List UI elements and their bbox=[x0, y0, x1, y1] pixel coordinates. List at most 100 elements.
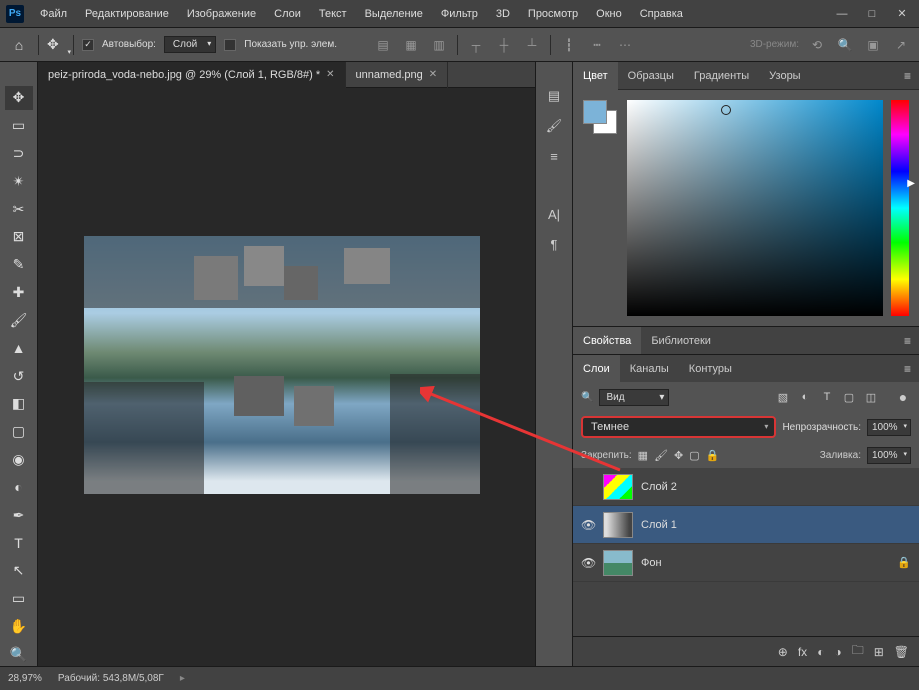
menu-edit[interactable]: Редактирование bbox=[79, 4, 175, 24]
eraser-tool[interactable]: ◧ bbox=[5, 392, 33, 416]
tab-swatches[interactable]: Образцы bbox=[618, 62, 684, 90]
layer-name[interactable]: Фон bbox=[641, 557, 662, 569]
panel-color-icon[interactable]: ▤ bbox=[542, 86, 566, 106]
filter-shape-icon[interactable]: ▢ bbox=[841, 391, 857, 404]
delete-layer-icon[interactable]: 🗑 bbox=[894, 645, 909, 659]
tab-channels[interactable]: Каналы bbox=[620, 355, 679, 383]
menu-3d[interactable]: 3D bbox=[490, 4, 516, 24]
link-layers-icon[interactable]: ⊕ bbox=[778, 645, 788, 659]
arrange-icon[interactable]: ▣ bbox=[863, 36, 883, 54]
filter-adjust-icon[interactable]: ◐ bbox=[797, 391, 813, 403]
adjustment-icon[interactable]: ◑ bbox=[834, 645, 841, 659]
menu-image[interactable]: Изображение bbox=[181, 4, 262, 24]
wand-tool[interactable]: ✴ bbox=[5, 169, 33, 193]
layer-name[interactable]: Слой 1 bbox=[641, 519, 677, 531]
layer-name[interactable]: Слой 2 bbox=[641, 481, 677, 493]
history-brush-tool[interactable]: ↺ bbox=[5, 364, 33, 388]
minimize-button[interactable]: — bbox=[831, 5, 853, 23]
distribute-v-icon[interactable]: ┅ bbox=[587, 36, 607, 54]
layer-thumbnail[interactable] bbox=[603, 550, 633, 576]
visibility-icon[interactable]: 👁 bbox=[581, 556, 595, 570]
tab-libraries[interactable]: Библиотеки bbox=[641, 327, 721, 355]
panel-char-icon[interactable]: A| bbox=[542, 204, 566, 224]
search-icon[interactable]: 🔍 bbox=[835, 36, 855, 54]
panel-brush-icon[interactable]: 🖌 bbox=[542, 116, 566, 136]
tab-close-icon[interactable]: ✕ bbox=[326, 69, 334, 80]
maximize-button[interactable]: □ bbox=[861, 5, 883, 23]
gradient-tool[interactable]: ▢ bbox=[5, 420, 33, 444]
move-tool[interactable]: ✥ bbox=[5, 86, 33, 110]
panel-menu-icon[interactable]: ≡ bbox=[896, 334, 919, 348]
fill-input[interactable]: 100% bbox=[867, 447, 911, 464]
3d-orbit-icon[interactable]: ⟲ bbox=[807, 36, 827, 54]
align-center-icon[interactable]: ▦ bbox=[401, 36, 421, 54]
crop-tool[interactable]: ✂ bbox=[5, 197, 33, 221]
auto-select-dropdown[interactable]: Слой bbox=[164, 36, 216, 53]
hue-slider[interactable]: ▶ bbox=[891, 100, 909, 316]
show-controls-checkbox[interactable] bbox=[224, 39, 236, 51]
layer-row[interactable]: 👁 Фон 🔒 bbox=[573, 544, 919, 582]
panel-adjust-icon[interactable]: ≡ bbox=[542, 146, 566, 166]
panel-menu-icon[interactable]: ≡ bbox=[896, 69, 919, 83]
menu-text[interactable]: Текст bbox=[313, 4, 353, 24]
heal-tool[interactable]: ✚ bbox=[5, 281, 33, 305]
zoom-level[interactable]: 28,97% bbox=[8, 673, 42, 684]
fg-bg-swatch[interactable] bbox=[583, 100, 619, 136]
shape-tool[interactable]: ▭ bbox=[5, 587, 33, 611]
hue-marker[interactable]: ▶ bbox=[907, 178, 915, 189]
stamp-tool[interactable]: ▲ bbox=[5, 336, 33, 360]
menu-filter[interactable]: Фильтр bbox=[435, 4, 484, 24]
filter-toggle-icon[interactable]: ● bbox=[895, 389, 911, 405]
doc-tab[interactable]: unnamed.png ✕ bbox=[346, 62, 449, 88]
align-right-icon[interactable]: ▥ bbox=[429, 36, 449, 54]
menu-layers[interactable]: Слои bbox=[268, 4, 307, 24]
lock-move-icon[interactable]: ✥ bbox=[674, 449, 683, 462]
eyedropper-tool[interactable]: ✎ bbox=[5, 253, 33, 277]
layer-thumbnail[interactable] bbox=[603, 474, 633, 500]
color-field[interactable] bbox=[627, 100, 883, 316]
brush-tool[interactable]: 🖌 bbox=[5, 309, 33, 333]
menu-select[interactable]: Выделение bbox=[359, 4, 429, 24]
lock-icon[interactable]: 🔒 bbox=[897, 556, 911, 569]
align-bot-icon[interactable]: ┴ bbox=[522, 36, 542, 54]
layer-filter-dropdown[interactable]: Вид bbox=[599, 389, 669, 406]
blend-mode-dropdown[interactable]: Темнее bbox=[581, 416, 776, 438]
menu-view[interactable]: Просмотр bbox=[522, 4, 584, 24]
dodge-tool[interactable]: ◐ bbox=[5, 475, 33, 499]
menu-window[interactable]: Окно bbox=[590, 4, 628, 24]
blur-tool[interactable]: ◉ bbox=[5, 448, 33, 472]
tab-close-icon[interactable]: ✕ bbox=[429, 69, 437, 80]
lock-all-icon[interactable]: 🔒 bbox=[706, 449, 720, 462]
new-layer-icon[interactable]: ⊞ bbox=[874, 645, 884, 659]
layer-row[interactable]: Слой 2 bbox=[573, 468, 919, 506]
layer-row[interactable]: 👁 Слой 1 bbox=[573, 506, 919, 544]
layer-thumbnail[interactable] bbox=[603, 512, 633, 538]
fx-icon[interactable]: fx bbox=[798, 645, 807, 659]
menu-help[interactable]: Справка bbox=[634, 4, 689, 24]
fg-color-swatch[interactable] bbox=[583, 100, 607, 124]
canvas-area[interactable] bbox=[38, 88, 535, 666]
doc-tab-active[interactable]: peiz-priroda_voda-nebo.jpg @ 29% (Слой 1… bbox=[38, 62, 346, 88]
tab-gradients[interactable]: Градиенты bbox=[684, 62, 759, 90]
filter-type-icon[interactable]: T bbox=[819, 391, 835, 403]
tab-properties[interactable]: Свойства bbox=[573, 327, 641, 355]
type-tool[interactable]: T bbox=[5, 531, 33, 555]
filter-pixel-icon[interactable]: ▧ bbox=[775, 391, 791, 404]
align-left-icon[interactable]: ▤ bbox=[373, 36, 393, 54]
filter-search-icon[interactable]: 🔍 bbox=[581, 392, 593, 403]
color-picker-marker[interactable] bbox=[721, 105, 731, 115]
frame-tool[interactable]: ⊠ bbox=[5, 225, 33, 249]
lasso-tool[interactable]: ⊃ bbox=[5, 142, 33, 166]
lock-brush-icon[interactable]: 🖌 bbox=[654, 449, 668, 462]
opacity-input[interactable]: 100% bbox=[867, 419, 911, 436]
tab-patterns[interactable]: Узоры bbox=[759, 62, 810, 90]
move-tool-icon[interactable]: ✥ bbox=[47, 36, 65, 54]
close-button[interactable]: ✕ bbox=[891, 5, 913, 23]
lock-artboard-icon[interactable]: ▢ bbox=[689, 449, 699, 462]
pen-tool[interactable]: ✒ bbox=[5, 503, 33, 527]
menu-file[interactable]: Файл bbox=[34, 4, 73, 24]
auto-select-checkbox[interactable]: ✓ bbox=[82, 39, 94, 51]
distribute-h-icon[interactable]: ┇ bbox=[559, 36, 579, 54]
home-icon[interactable]: ⌂ bbox=[8, 34, 30, 56]
more-align-icon[interactable]: ⋯ bbox=[615, 36, 635, 54]
